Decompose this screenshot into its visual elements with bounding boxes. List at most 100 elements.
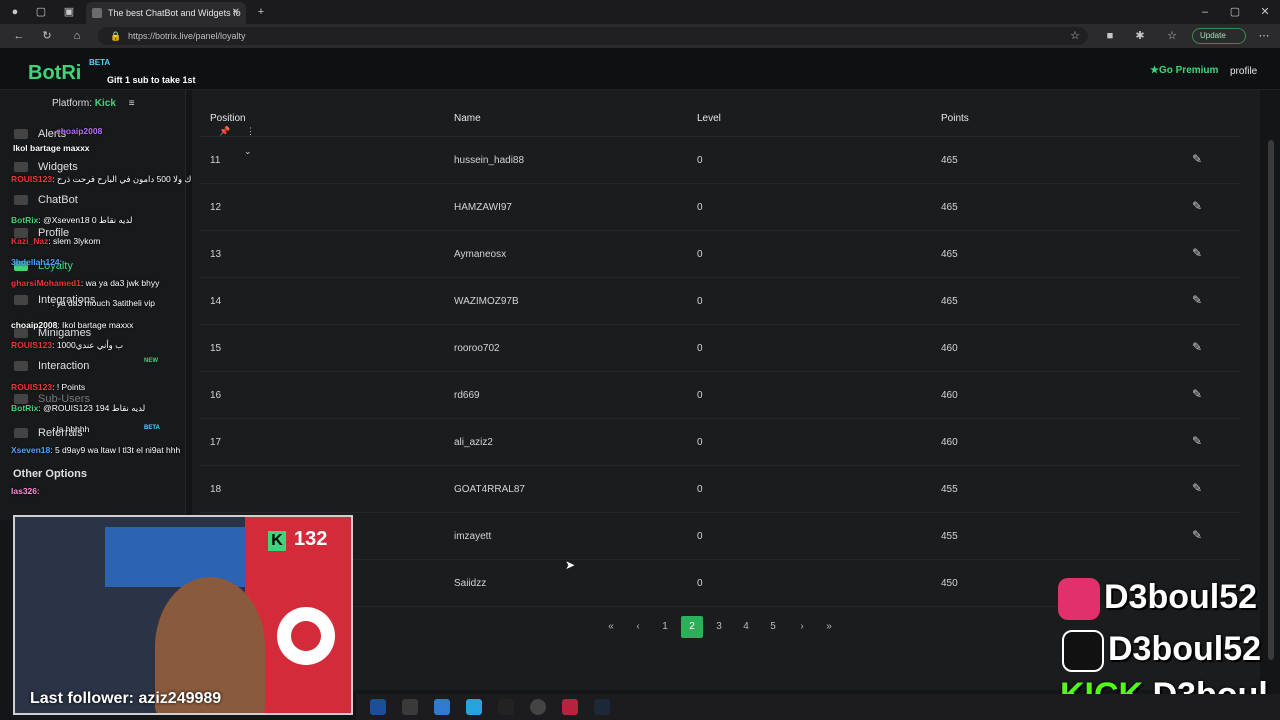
chat-text: : slem 3lykom — [48, 236, 101, 246]
tab-actions-icon[interactable]: ▣ — [60, 0, 78, 24]
edit-pencil-icon[interactable]: ✎ — [1192, 481, 1202, 495]
table-row: imzayett 0 455 ✎ — [200, 513, 1240, 560]
chat-message: : ya da3 mouch 3atitheli vip — [52, 298, 155, 308]
home-icon[interactable]: ⌂ — [68, 24, 86, 48]
close-tab-icon[interactable]: ✕ — [232, 2, 240, 24]
winrar-icon[interactable] — [562, 699, 578, 715]
cell-points: 460 — [941, 343, 958, 354]
alerts-icon — [14, 129, 28, 140]
table-row: 14 WAZIMOZ97B 0 465 ✎ — [200, 278, 1240, 325]
back-icon[interactable]: ← — [10, 24, 28, 48]
steam-icon[interactable] — [594, 699, 610, 715]
page-button-1[interactable]: 1 — [654, 616, 676, 638]
edit-pencil-icon[interactable]: ✎ — [1192, 528, 1202, 542]
edit-pencil-icon[interactable]: ✎ — [1192, 152, 1202, 166]
capcut-icon[interactable] — [498, 699, 514, 715]
new-tab-icon[interactable]: + — [252, 0, 270, 24]
integrations-icon — [14, 295, 28, 306]
sidebar-item-chatbot[interactable]: ChatBot — [14, 194, 78, 206]
cell-points: 460 — [941, 390, 958, 401]
browser-tab[interactable]: The best ChatBot and Widgets fo ✕ — [86, 2, 246, 24]
app-icon[interactable] — [434, 699, 450, 715]
cell-level: 0 — [697, 343, 703, 354]
platform-selector[interactable]: Platform: Kick ≡ — [52, 98, 135, 109]
prev-page-button[interactable]: ‹ — [627, 616, 649, 638]
profile-link[interactable]: profile — [1230, 66, 1257, 77]
chat-user: ROUIS123 — [11, 340, 53, 350]
edit-pencil-icon[interactable]: ✎ — [1192, 387, 1202, 401]
chat-user: BotRix — [11, 215, 39, 225]
platform-label: Platform: — [52, 98, 95, 109]
column-header-level[interactable]: Level — [697, 113, 721, 124]
chatbot-icon — [14, 195, 28, 206]
column-header-position[interactable]: Position — [210, 113, 246, 124]
chat-message: gharsiMohamed1: wa ya da3 jwk bhyy — [11, 278, 159, 288]
app-icon[interactable] — [402, 699, 418, 715]
page-button-2[interactable]: 2 — [681, 616, 703, 638]
url-field[interactable]: 🔒 https://botrix.live/panel/loyalty — [98, 27, 1088, 45]
column-header-points[interactable]: Points — [941, 113, 969, 124]
page-button-3[interactable]: 3 — [708, 616, 730, 638]
edit-pencil-icon[interactable]: ✎ — [1192, 434, 1202, 448]
edit-pencil-icon[interactable]: ✎ — [1192, 340, 1202, 354]
address-bar-row: ← ↻ ⌂ 🔒 https://botrix.live/panel/loyalt… — [0, 24, 1280, 48]
close-window-icon[interactable]: ✕ — [1256, 0, 1274, 24]
profile-icon[interactable]: ● — [6, 0, 24, 24]
favorite-star-icon[interactable]: ☆ — [1066, 24, 1084, 48]
menu-dots-icon[interactable]: ⋯ — [1255, 24, 1273, 48]
minimize-icon[interactable]: – — [1196, 0, 1214, 24]
chat-message: : la hhhhh — [52, 424, 89, 434]
extension-icon[interactable]: ■ — [1101, 24, 1119, 48]
hamburger-icon[interactable]: ≡ — [129, 98, 135, 109]
cell-name: rd669 — [454, 390, 480, 401]
cell-position: 16 — [210, 390, 222, 401]
chat-user: las326 — [11, 486, 37, 496]
table-row: 13 Aymaneosx 0 465 ✎ — [200, 231, 1240, 278]
refresh-icon[interactable]: ↻ — [38, 24, 56, 48]
cell-position: 12 — [210, 202, 222, 213]
table-row: 11 hussein_hadi88 0 465 ✎ — [200, 137, 1240, 184]
cell-name: HAMZAWI97 — [454, 202, 512, 213]
next-page-button[interactable]: › — [791, 616, 813, 638]
media-player-icon[interactable] — [530, 699, 546, 715]
cell-position: 14 — [210, 296, 222, 307]
edit-pencil-icon[interactable]: ✎ — [1192, 199, 1202, 213]
botrix-logo[interactable]: BotRi — [28, 62, 81, 85]
table-row: 15 rooroo702 0 460 ✎ — [200, 325, 1240, 372]
platform-value: Kick — [94, 98, 116, 109]
sidebar-item-widgets[interactable]: Widgets — [14, 161, 78, 173]
chat-message: Kazi_Naz: slem 3lykom — [11, 236, 100, 246]
app-icon[interactable] — [466, 699, 482, 715]
page-button-5[interactable]: 5 — [762, 616, 784, 638]
kick-logo-icon: K — [268, 531, 286, 551]
cell-level: 0 — [697, 437, 703, 448]
chat-user: Kazi_Naz — [11, 236, 49, 246]
chat-text: : 5 d9ay9 wa ltaw l tl3t el ni9at hhh — [50, 445, 181, 455]
chat-message: BotRix: @Xseven18 0 لديه نقاط — [11, 215, 132, 226]
favorites-icon[interactable]: ☆ — [1163, 24, 1181, 48]
edit-pencil-icon[interactable]: ✎ — [1192, 293, 1202, 307]
scrollbar[interactable] — [1268, 140, 1274, 660]
page-button-4[interactable]: 4 — [735, 616, 757, 638]
sidebar-item-interaction[interactable]: Interaction — [14, 360, 89, 372]
workspaces-icon[interactable]: ▢ — [32, 0, 50, 24]
chat-text: : — [59, 257, 63, 267]
instagram-handle-text: D3boul52 — [1104, 578, 1258, 616]
column-header-name[interactable]: Name — [454, 113, 481, 124]
chat-message: choaip2008 — [56, 126, 102, 136]
cell-name: rooroo702 — [454, 343, 500, 354]
first-page-button[interactable]: « — [600, 616, 622, 638]
maximize-icon[interactable]: ▢ — [1226, 0, 1244, 24]
cell-position: 17 — [210, 437, 222, 448]
photoshop-icon[interactable] — [370, 699, 386, 715]
gift-sub-banner[interactable]: Gift 1 sub to take 1st — [107, 75, 196, 85]
cell-level: 0 — [697, 531, 703, 542]
last-page-button[interactable]: » — [818, 616, 840, 638]
table-row: 18 GOAT4RRAL87 0 455 ✎ — [200, 466, 1240, 513]
extensions-puzzle-icon[interactable]: ✱ — [1131, 24, 1149, 48]
chat-text: : @ROUIS123 194 لديه نقاط — [38, 403, 146, 413]
update-button[interactable]: Update — [1192, 28, 1246, 44]
go-premium-link[interactable]: ★Go Premium — [1150, 65, 1218, 76]
edit-pencil-icon[interactable]: ✎ — [1192, 246, 1202, 260]
cell-points: 455 — [941, 531, 958, 542]
